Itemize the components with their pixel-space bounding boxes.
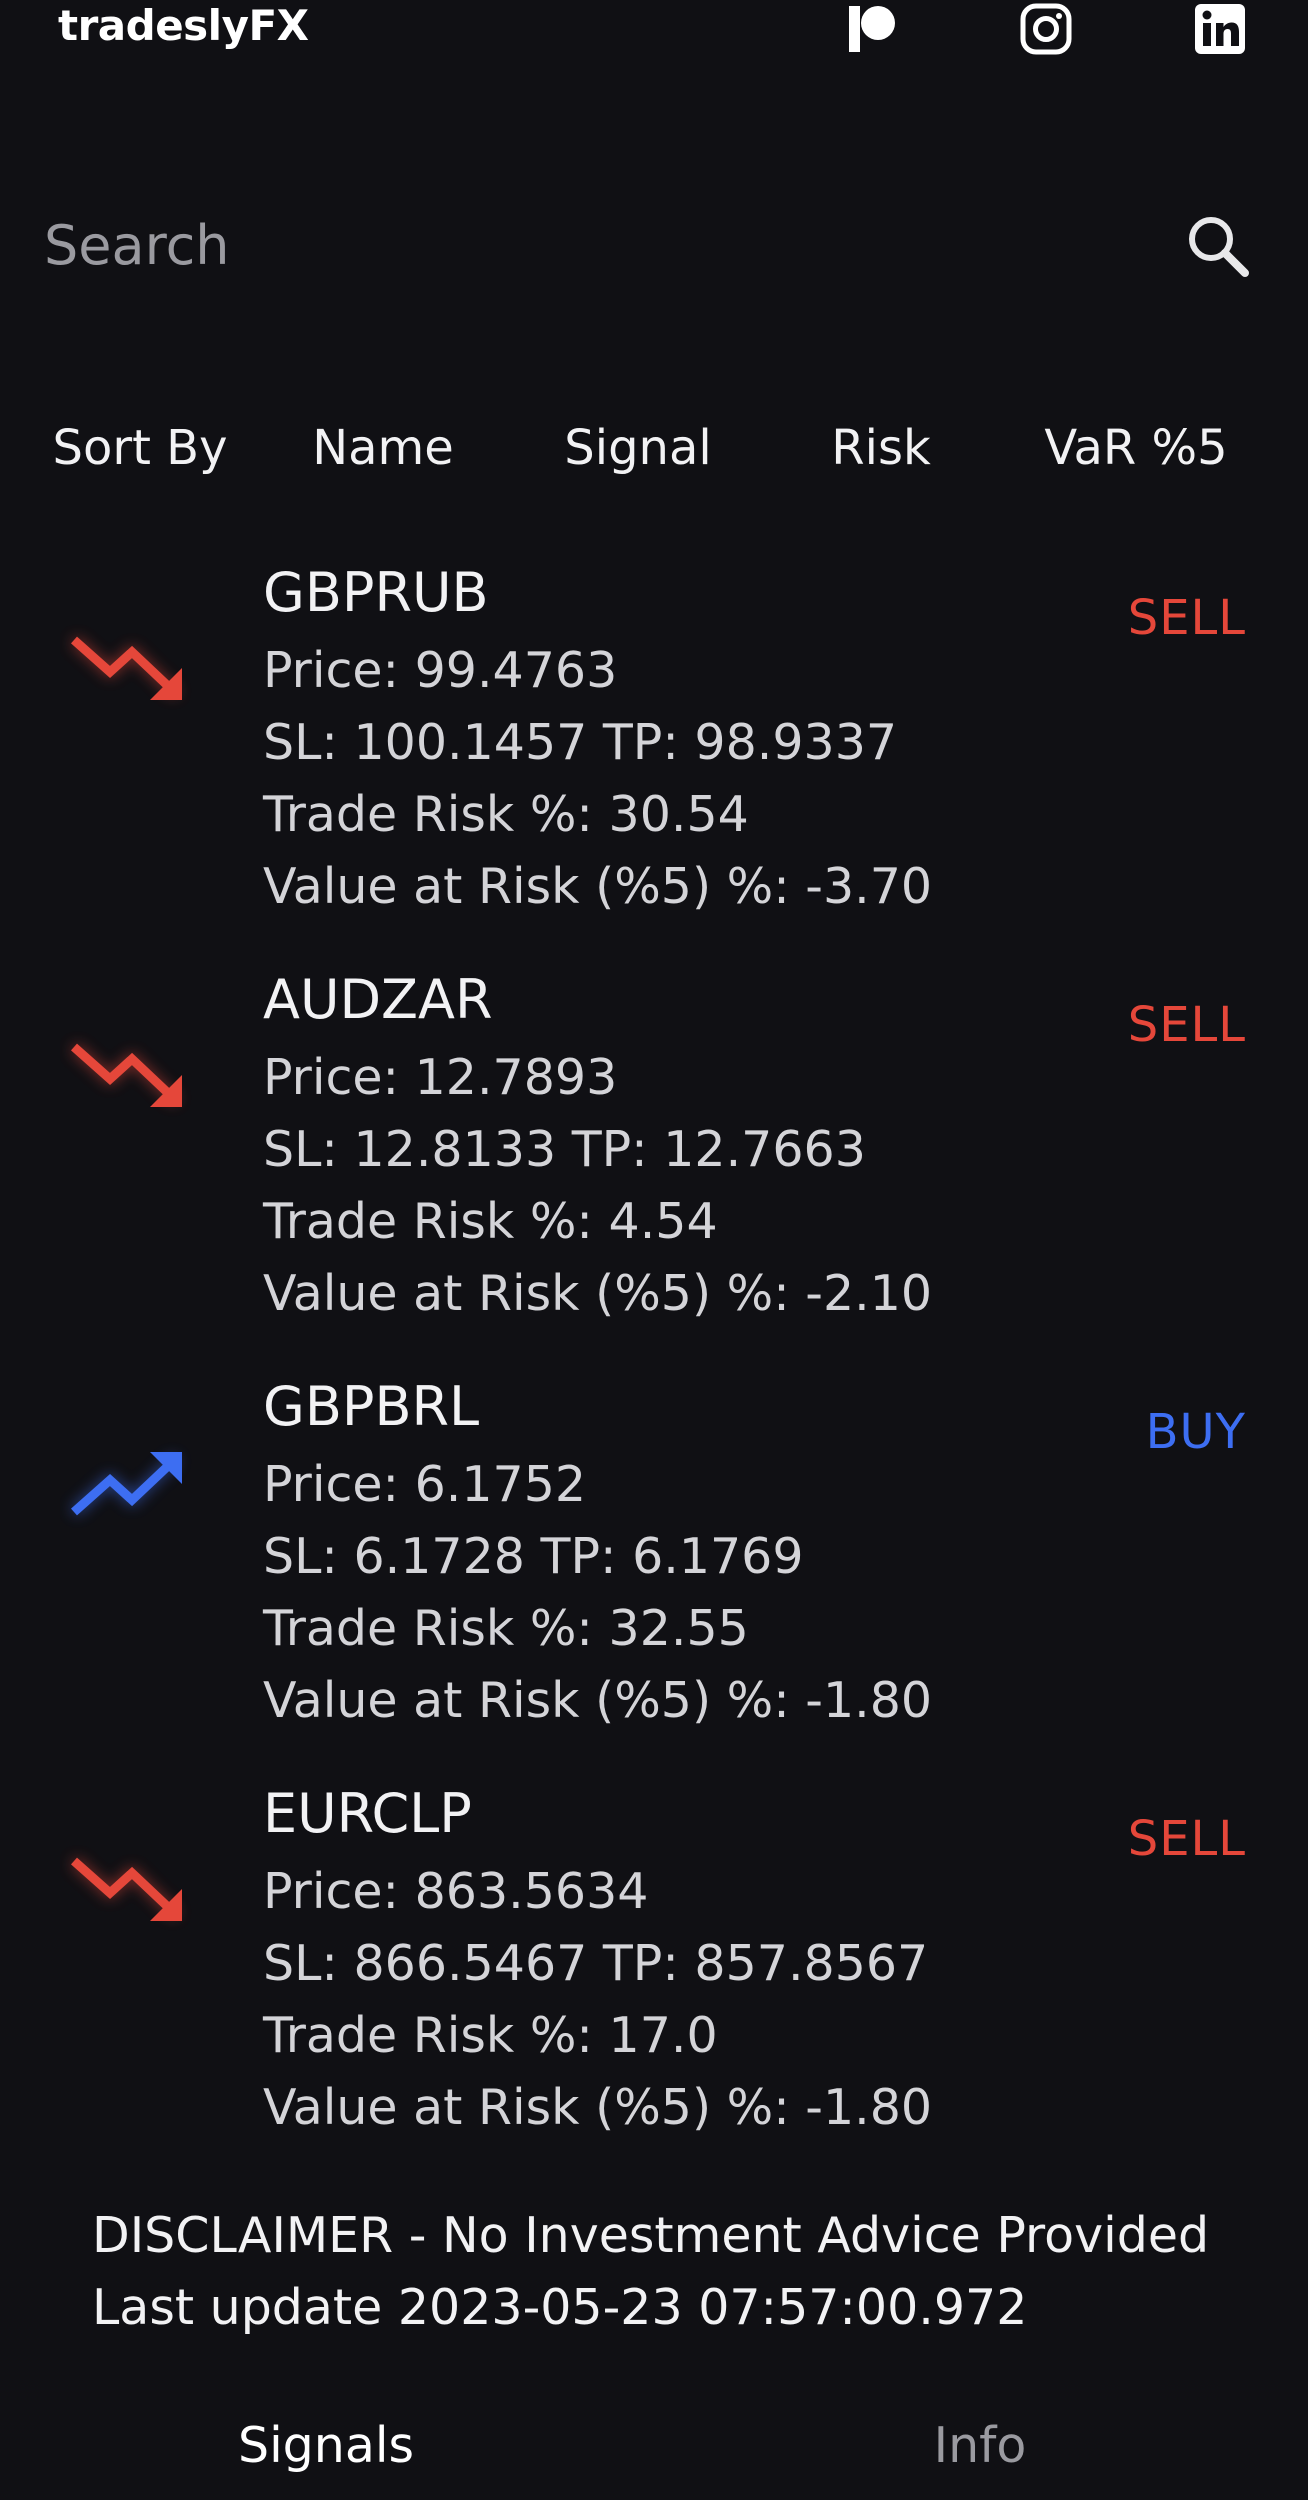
search-bar [0, 190, 1308, 300]
pair-name: GBPBRL [263, 1375, 480, 1438]
sort-by-name-button[interactable]: Name [283, 408, 483, 488]
price-text: Price: 99.4763 [263, 642, 618, 699]
tab-info[interactable]: Info [780, 2396, 1180, 2496]
pair-name: GBPRUB [263, 561, 489, 624]
bottom-tab-bar: Signals Info [0, 2396, 1308, 2496]
signal-badge: SELL [1127, 1811, 1246, 1867]
trending-down-icon [70, 1043, 182, 1107]
signal-badge: SELL [1127, 997, 1246, 1053]
price-text: Price: 6.1752 [263, 1456, 587, 1513]
app-brand-logo: tradeslyFX [58, 1, 309, 50]
trade-risk-text: Trade Risk %: 32.55 [263, 1600, 749, 1657]
linkedin-icon [1195, 4, 1245, 54]
sl-tp-text: SL: 100.1457 TP: 98.9337 [263, 714, 898, 771]
signal-row[interactable]: AUDZAR Price: 12.7893 SL: 12.8133 TP: 12… [0, 955, 1308, 1362]
patreon-link[interactable] [844, 0, 900, 58]
sl-tp-text: SL: 6.1728 TP: 6.1769 [263, 1528, 804, 1585]
trade-risk-text: Trade Risk %: 17.0 [263, 2007, 718, 2064]
sort-bar: Sort By Name Signal Risk VaR %5 [0, 408, 1308, 488]
signal-row[interactable]: EURCLP Price: 863.5634 SL: 866.5467 TP: … [0, 1769, 1308, 2176]
trade-risk-text: Trade Risk %: 4.54 [263, 1193, 718, 1250]
disclaimer-text: DISCLAIMER - No Investment Advice Provid… [92, 2207, 1210, 2264]
var-text: Value at Risk (%5) %: -1.80 [263, 2079, 933, 2136]
trending-down-icon [70, 636, 182, 700]
sort-by-label: Sort By [52, 420, 228, 476]
signal-row[interactable]: GBPRUB Price: 99.4763 SL: 100.1457 TP: 9… [0, 548, 1308, 955]
tab-signals[interactable]: Signals [126, 2396, 526, 2496]
search-icon [1189, 217, 1249, 277]
price-text: Price: 863.5634 [263, 1863, 649, 1920]
signal-row[interactable]: GBPBRL Price: 6.1752 SL: 6.1728 TP: 6.17… [0, 1362, 1308, 1769]
price-text: Price: 12.7893 [263, 1049, 618, 1106]
trade-risk-text: Trade Risk %: 30.54 [263, 786, 749, 843]
last-update-text: Last update 2023-05-23 07:57:00.972 [92, 2279, 1028, 2336]
pair-name: AUDZAR [263, 968, 493, 1031]
var-text: Value at Risk (%5) %: -1.80 [263, 1672, 933, 1729]
var-text: Value at Risk (%5) %: -2.10 [263, 1265, 933, 1322]
linkedin-link[interactable] [1192, 0, 1248, 58]
sl-tp-text: SL: 866.5467 TP: 857.8567 [263, 1935, 929, 1992]
sort-by-var-button[interactable]: VaR %5 [1016, 408, 1256, 488]
sl-tp-text: SL: 12.8133 TP: 12.7663 [263, 1121, 866, 1178]
sort-by-risk-button[interactable]: Risk [781, 408, 981, 488]
sort-by-signal-button[interactable]: Signal [538, 408, 738, 488]
footer-info: DISCLAIMER - No Investment Advice Provid… [92, 2200, 1272, 2344]
signal-badge: SELL [1127, 590, 1246, 646]
pair-name: EURCLP [263, 1782, 472, 1845]
search-button[interactable] [1182, 210, 1254, 282]
patreon-icon [849, 6, 895, 52]
var-text: Value at Risk (%5) %: -3.70 [263, 858, 933, 915]
instagram-link[interactable] [1018, 0, 1074, 58]
signal-list: GBPRUB Price: 99.4763 SL: 100.1457 TP: 9… [0, 548, 1308, 2188]
search-input[interactable] [44, 210, 1144, 280]
trending-up-icon [70, 1452, 182, 1516]
trending-down-icon [70, 1857, 182, 1921]
instagram-icon [1020, 3, 1072, 55]
signal-badge: BUY [1145, 1404, 1246, 1460]
